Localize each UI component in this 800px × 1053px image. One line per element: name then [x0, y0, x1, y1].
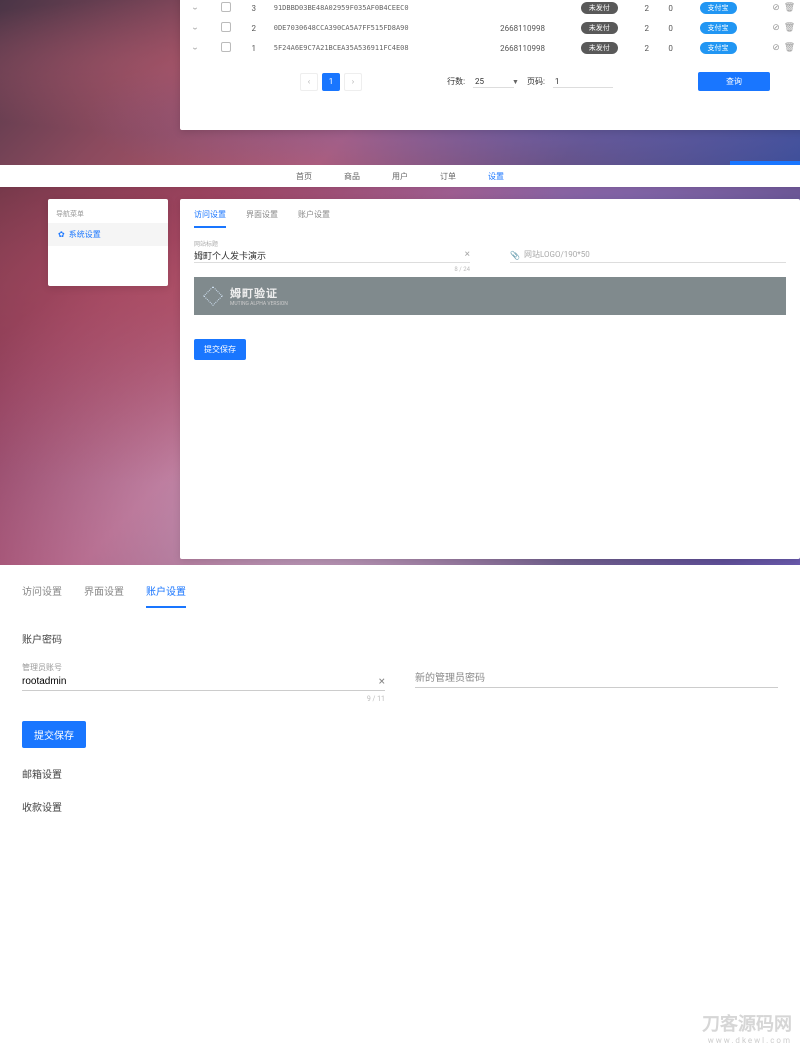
- tab[interactable]: 界面设置: [246, 209, 278, 228]
- nav-item[interactable]: 订单: [440, 171, 456, 182]
- table-card: 391DBBD03BE48A02959F035AF0B4CEEC0未发付20支付…: [180, 0, 800, 130]
- per-page-value[interactable]: 25: [473, 76, 514, 88]
- new-password-field: 新的管理员密码: [415, 662, 778, 691]
- delete-icon[interactable]: 🗑: [784, 3, 795, 13]
- sidebar-heading: 导航菜单: [48, 205, 168, 223]
- refresh-button[interactable]: 查询: [698, 72, 770, 91]
- attachment-icon: 📎: [510, 251, 520, 260]
- mail-settings-section[interactable]: 邮箱设置: [22, 766, 778, 781]
- top-nav: 首页 商品 用户 订单 设置: [0, 165, 800, 187]
- page-input[interactable]: 1: [553, 76, 613, 88]
- data-table: 391DBBD03BE48A02959F035AF0B4CEEC0未发付20支付…: [180, 0, 800, 58]
- field-label: 网站标题: [194, 239, 470, 248]
- pager-current[interactable]: 1: [322, 73, 340, 91]
- clear-icon[interactable]: ×: [465, 249, 470, 260]
- row-phone: 2668110998: [481, 38, 564, 58]
- submit-button[interactable]: 提交保存: [22, 721, 86, 748]
- row-code: 5F24A6E9C7A21BCEA35A536911FC4E08: [266, 38, 482, 58]
- tab[interactable]: 账户设置: [298, 209, 330, 228]
- settings-tabs: 访问设置 界面设置 账户设置: [180, 199, 800, 229]
- tab[interactable]: 界面设置: [84, 583, 124, 608]
- nav-item[interactable]: 设置: [488, 171, 504, 182]
- payment-settings-section[interactable]: 收款设置: [22, 799, 778, 814]
- per-page-label: 行数:: [447, 76, 465, 87]
- sidebar-item-system-settings[interactable]: ✿ 系统设置: [48, 223, 168, 246]
- settings-card: 访问设置 界面设置 账户设置 网站标题 × 8 / 24 📎 网站LOGO/190*…: [180, 199, 800, 559]
- tab[interactable]: 访问设置: [194, 209, 226, 228]
- status-badge: 未发付: [581, 22, 618, 34]
- row-index: 2: [242, 18, 266, 38]
- delete-icon[interactable]: 🗑: [784, 43, 795, 53]
- status-badge: 未发付: [581, 2, 618, 14]
- site-name-input[interactable]: [194, 248, 470, 263]
- tab[interactable]: 账户设置: [146, 583, 186, 608]
- clear-icon[interactable]: ×: [379, 674, 385, 688]
- diamond-logo-icon: [204, 287, 222, 305]
- watermark-url: www.dkewl.com: [702, 1036, 792, 1045]
- logo-upload-field[interactable]: 📎 网站LOGO/190*50: [510, 239, 786, 263]
- payment-badge[interactable]: 支付宝: [700, 42, 737, 54]
- admin-account-field: 管理员账号 × 9 / 11: [22, 662, 385, 691]
- expand-icon[interactable]: [191, 43, 199, 51]
- site-name-field: 网站标题 × 8 / 24: [194, 239, 470, 263]
- edit-icon[interactable]: ⊘: [772, 3, 780, 13]
- row-checkbox[interactable]: [221, 2, 231, 12]
- field-label: 管理员账号: [22, 662, 385, 673]
- row-index: 1: [242, 38, 266, 58]
- row-checkbox[interactable]: [221, 42, 231, 52]
- row-n2: 0: [659, 18, 683, 38]
- row-n1: 2: [635, 0, 659, 18]
- page-label: 页码:: [527, 76, 545, 87]
- table-row: 15F24A6E9C7A21BCEA35A536911FC4E082668110…: [180, 38, 800, 58]
- row-n2: 0: [659, 0, 683, 18]
- banner-title: 姆町验证: [230, 287, 278, 300]
- row-code: 0DE7030648CCA390CA5A7FF515FD8A90: [266, 18, 482, 38]
- edit-icon[interactable]: ⊘: [772, 23, 780, 33]
- new-password-input[interactable]: 新的管理员密码: [415, 662, 778, 688]
- watermark: 刀客源码网 www.dkewl.com: [702, 1010, 792, 1045]
- nav-item[interactable]: 商品: [344, 171, 360, 182]
- expand-icon[interactable]: [191, 23, 199, 31]
- pager-prev[interactable]: ‹: [300, 73, 318, 91]
- pager: ‹ 1 › 行数: 25▼ 页码: 1 查询: [180, 66, 800, 97]
- pager-next[interactable]: ›: [344, 73, 362, 91]
- tab[interactable]: 访问设置: [22, 583, 62, 608]
- row-n2: 0: [659, 38, 683, 58]
- row-n1: 2: [635, 38, 659, 58]
- table-row: 20DE7030648CCA390CA5A7FF515FD8A902668110…: [180, 18, 800, 38]
- expand-icon[interactable]: [191, 3, 199, 11]
- pager-nav: ‹ 1 ›: [300, 73, 362, 91]
- row-code: 91DBBD03BE48A02959F035AF0B4CEEC0: [266, 0, 482, 18]
- row-phone: 2668110998: [481, 18, 564, 38]
- edit-icon[interactable]: ⊘: [772, 43, 780, 53]
- sidebar-item-label: 系统设置: [69, 229, 101, 240]
- status-badge: 未发付: [581, 42, 618, 54]
- banner-subtitle: MUTING ALPHA VERSION: [230, 301, 288, 307]
- delete-icon[interactable]: 🗑: [784, 23, 795, 33]
- table-panel: 391DBBD03BE48A02959F035AF0B4CEEC0未发付20支付…: [0, 0, 800, 165]
- nav-item[interactable]: 用户: [392, 171, 408, 182]
- admin-account-input[interactable]: [22, 675, 385, 691]
- logo-preview: 姆町验证 MUTING ALPHA VERSION: [194, 277, 786, 315]
- submit-button[interactable]: 提交保存: [194, 339, 246, 360]
- gear-icon: ✿: [58, 230, 65, 239]
- watermark-text: 刀客源码网: [702, 1010, 792, 1036]
- row-n1: 2: [635, 18, 659, 38]
- char-counter: 8 / 24: [454, 266, 470, 273]
- settings-panel: 首页 商品 用户 订单 设置 导航菜单 ✿ 系统设置 访问设置 界面设置 账户设置 网站标题…: [0, 165, 800, 565]
- sidebar: 导航菜单 ✿ 系统设置: [48, 199, 168, 286]
- table-row: 391DBBD03BE48A02959F035AF0B4CEEC0 未发付 20 支付…: [180, 0, 800, 18]
- payment-badge[interactable]: 支付宝: [700, 22, 737, 34]
- char-counter: 9 / 11: [367, 695, 385, 703]
- row-phone: [481, 0, 564, 18]
- nav-item[interactable]: 首页: [296, 171, 312, 182]
- password-section-label: 账户密码: [22, 631, 778, 646]
- account-tabs: 访问设置界面设置账户设置: [22, 583, 778, 609]
- account-settings-panel: 访问设置界面设置账户设置 账户密码 管理员账号 × 9 / 11 新的管理员密码…: [0, 565, 800, 832]
- payment-badge[interactable]: 支付宝: [700, 2, 737, 14]
- row-index: 3: [242, 0, 266, 18]
- row-checkbox[interactable]: [221, 22, 231, 32]
- logo-label: 网站LOGO/190*50: [524, 249, 590, 260]
